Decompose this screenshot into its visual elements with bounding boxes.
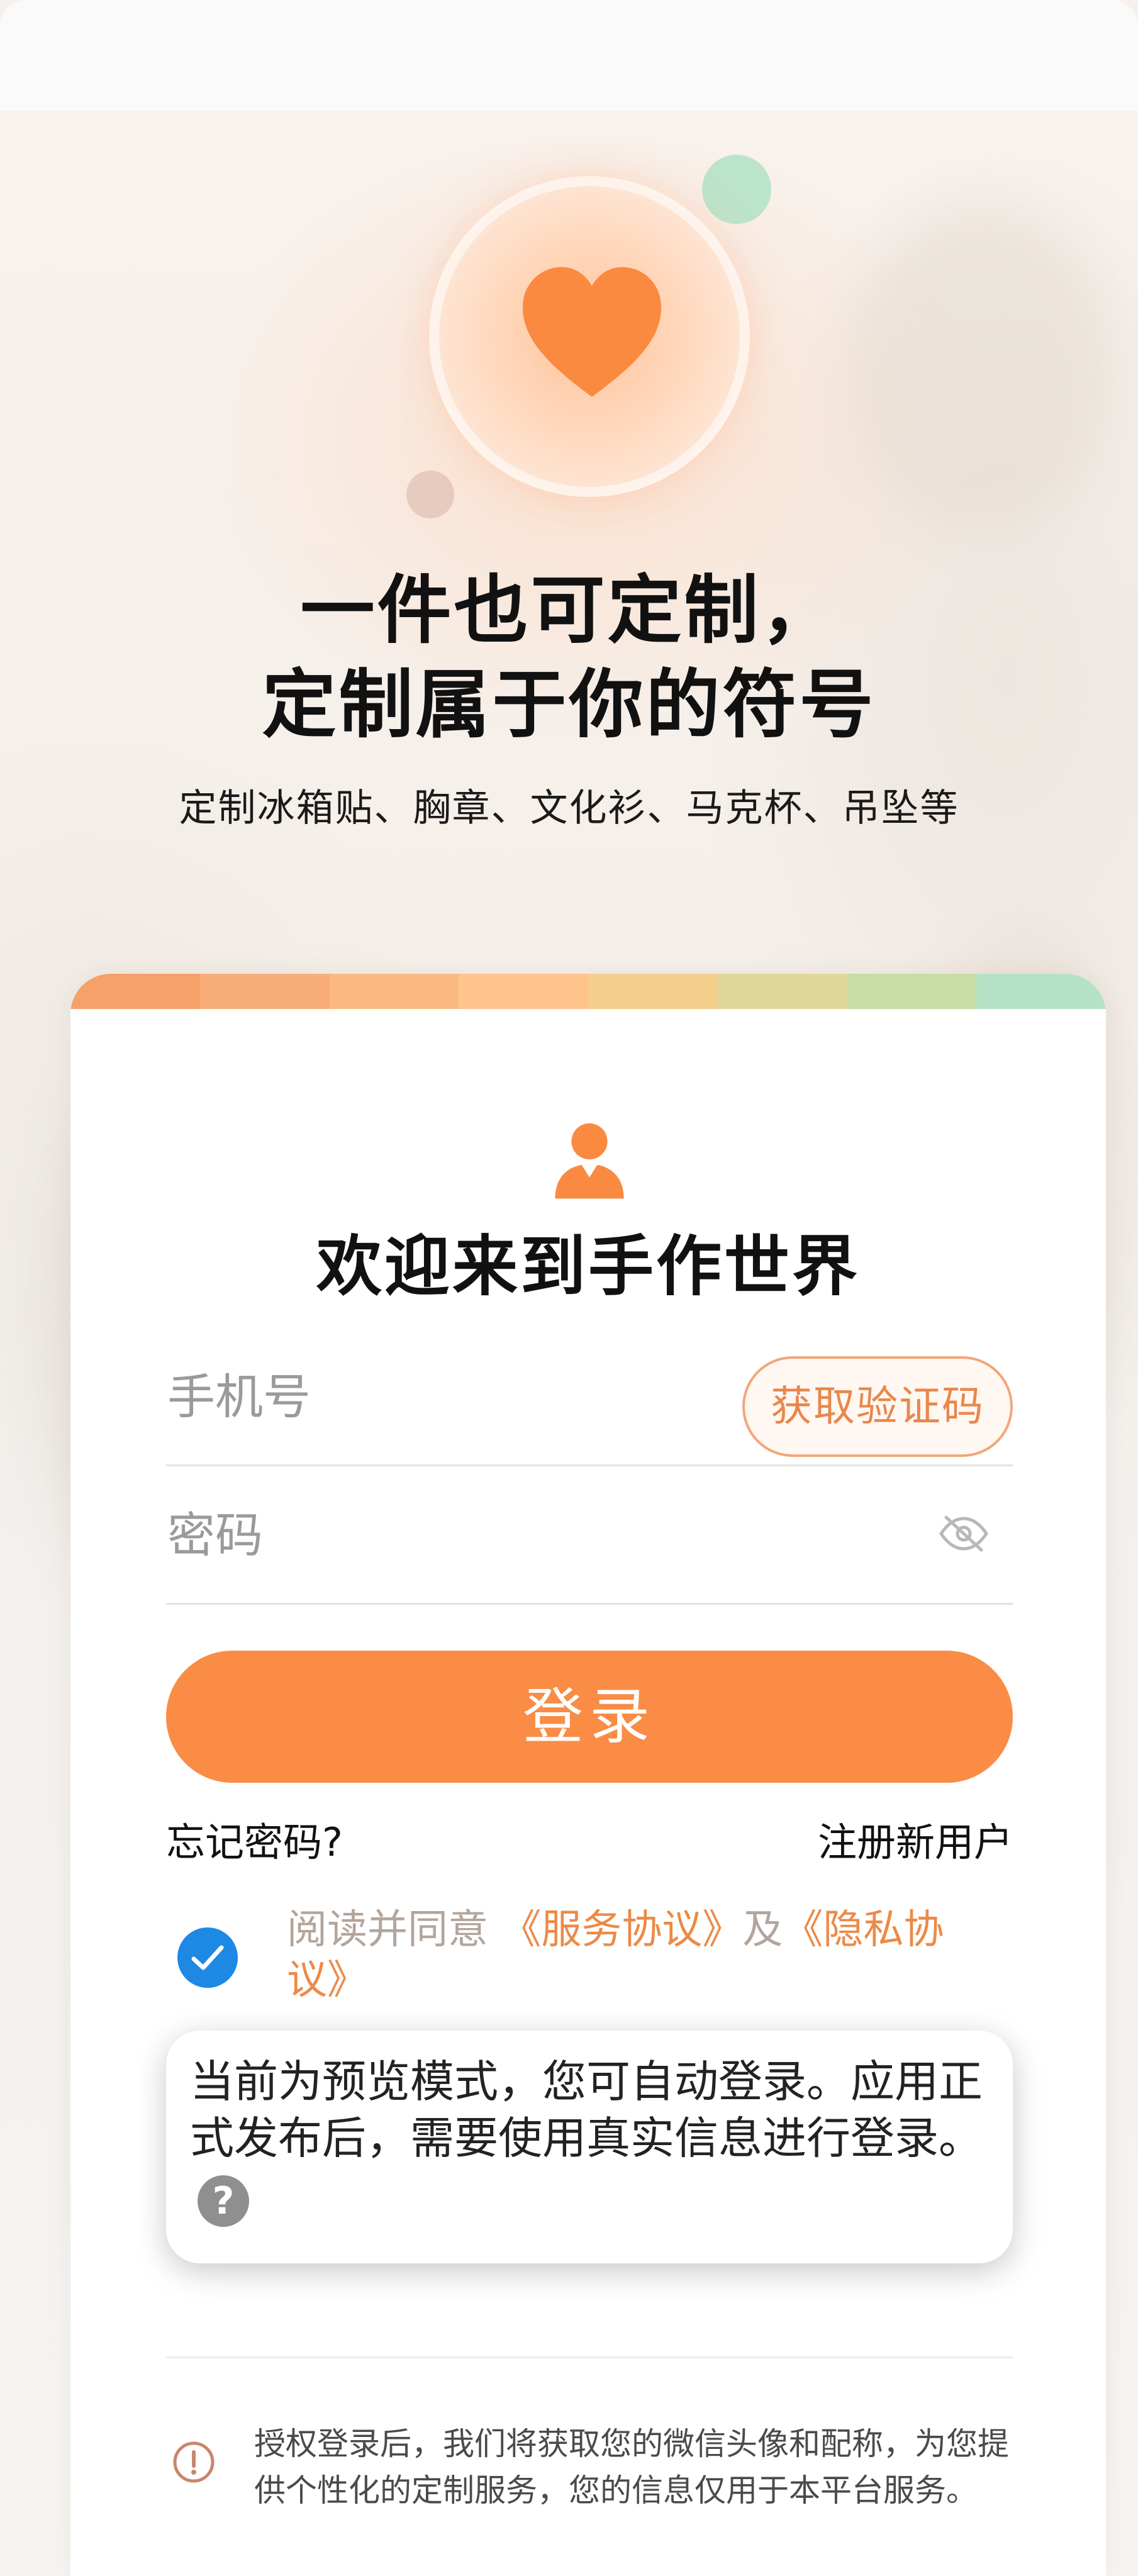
info-icon <box>173 2441 215 2483</box>
stripe-segment <box>588 974 718 1009</box>
stripe-segment <box>847 974 977 1009</box>
heart-icon <box>523 267 661 397</box>
get-code-button[interactable]: 获取验证码 <box>742 1356 1013 1457</box>
color-stripe <box>70 974 1106 1009</box>
phone-field: 获取验证码 <box>166 1326 1013 1466</box>
stripe-segment <box>717 974 847 1009</box>
welcome-title: 欢迎来到手作世界 <box>316 1228 860 1305</box>
forgot-password-link[interactable]: 忘记密码? <box>166 1810 343 1867</box>
preview-mode-tooltip: 当前为预览模式，您可自动登录。应用正式发布后，需要使用真实信息进行登录。 ? <box>166 2031 1013 2263</box>
agreement-conjunction: 及 <box>742 1907 783 1953</box>
phone-input[interactable] <box>166 1361 735 1432</box>
stripe-segment <box>70 974 200 1009</box>
user-icon <box>555 1123 624 1199</box>
register-link[interactable]: 注册新用户 <box>818 1810 1013 1867</box>
stripe-segment <box>976 974 1106 1009</box>
decor-dot-green <box>702 155 771 224</box>
agreement-text: 阅读并同意 《服务协议》及《隐私协议》 <box>287 1905 947 2005</box>
authorization-notice: 授权登录后，我们将获取您的微信头像和配称，为您提供个性化的定制服务，您的信息仅用… <box>254 2426 1009 2509</box>
background-blur-shape <box>849 205 1113 532</box>
top-bar <box>0 0 1138 111</box>
login-card: 欢迎来到手作世界 获取验证码 登录 忘记密码? 注册新用户 阅读并同意 《服务协… <box>70 974 1106 2576</box>
eye-off-icon[interactable] <box>939 1514 989 1554</box>
password-field <box>166 1464 1013 1605</box>
headline-line-1: 一件也可定制， <box>300 567 838 654</box>
password-input[interactable] <box>166 1500 735 1570</box>
question-icon[interactable]: ? <box>198 2175 249 2227</box>
headline-line-2: 定制属于你的符号 <box>262 661 876 748</box>
divider <box>166 2356 1013 2358</box>
login-button[interactable]: 登录 <box>166 1651 1013 1783</box>
preview-mode-text: 当前为预览模式，您可自动登录。应用正式发布后，需要使用真实信息进行登录。 <box>190 2056 983 2164</box>
stripe-segment <box>329 974 459 1009</box>
stripe-segment <box>199 974 330 1009</box>
agreement-prefix: 阅读并同意 <box>287 1907 501 1953</box>
agreement-checkbox[interactable] <box>177 1927 238 1988</box>
decor-dot-brown <box>406 471 454 518</box>
stripe-segment <box>459 974 588 1009</box>
check-icon <box>191 1945 224 1970</box>
app-screen: 一件也可定制， 定制属于你的符号 定制冰箱贴、胸章、文化衫、马克杯、吊坠等 欢迎… <box>0 0 1138 2576</box>
hero-subtitle: 定制冰箱贴、胸章、文化衫、马克杯、吊坠等 <box>179 786 959 830</box>
service-agreement-link[interactable]: 《服务协议》 <box>501 1907 742 1953</box>
